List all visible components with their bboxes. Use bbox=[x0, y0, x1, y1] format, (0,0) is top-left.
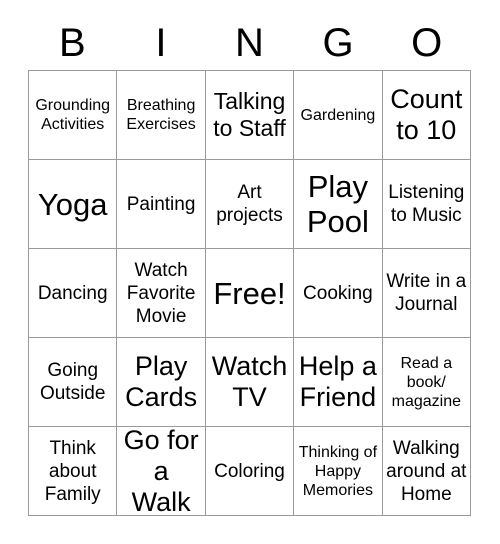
bingo-cell[interactable]: Grounding Activities bbox=[29, 71, 118, 160]
bingo-cell-label: Go for a Walk bbox=[123, 427, 199, 516]
bingo-cell-label: Free! bbox=[213, 275, 286, 311]
bingo-cell[interactable]: Talking to Staff bbox=[205, 71, 295, 160]
bingo-cell-label: Breathing Exercises bbox=[126, 97, 196, 133]
bingo-cell[interactable]: Walking around at Home bbox=[382, 427, 471, 516]
bingo-cell[interactable]: Yoga bbox=[29, 160, 118, 249]
bingo-cell[interactable]: Count to 10 bbox=[382, 71, 471, 160]
bingo-cell-label: Dancing bbox=[37, 282, 108, 304]
bingo-cell-label: Play Pool bbox=[306, 169, 369, 239]
bingo-cell[interactable]: Think about Family bbox=[29, 427, 118, 516]
bingo-cell[interactable]: Read a book/ magazine bbox=[382, 338, 471, 427]
bingo-cell-label: Gardening bbox=[300, 106, 376, 124]
bingo-cell-free[interactable]: Free! bbox=[205, 249, 295, 338]
bingo-cell-label: Read a book/ magazine bbox=[391, 354, 461, 410]
bingo-cell[interactable]: Write in a Journal bbox=[382, 249, 471, 338]
bingo-cell[interactable]: Coloring bbox=[205, 427, 295, 516]
bingo-cell[interactable]: Gardening bbox=[294, 71, 383, 160]
bingo-cell-label: Think about Family bbox=[44, 437, 101, 505]
bingo-cell-label: Play Cards bbox=[125, 351, 198, 412]
bingo-cell[interactable]: Watch Favorite Movie bbox=[117, 249, 206, 338]
bingo-cell-label: Walking around at Home bbox=[386, 437, 467, 505]
bingo-cell-label: Count to 10 bbox=[390, 84, 463, 145]
bingo-cell[interactable]: Cooking bbox=[294, 249, 383, 338]
bingo-cell-label: Thinking of Happy Memories bbox=[298, 443, 378, 499]
bingo-header: B I N G O bbox=[28, 16, 471, 70]
bingo-cell-label: Cooking bbox=[303, 282, 373, 304]
bingo-cell[interactable]: Play Cards bbox=[117, 338, 206, 427]
bingo-cell-label: Art projects bbox=[216, 182, 283, 226]
bingo-cell-label: Watch Favorite Movie bbox=[126, 259, 196, 327]
bingo-cell-label: Yoga bbox=[37, 186, 108, 222]
bingo-cell[interactable]: Going Outside bbox=[29, 338, 118, 427]
bingo-cell-label: Talking to Staff bbox=[213, 88, 286, 141]
bingo-cell-label: Going Outside bbox=[39, 360, 106, 404]
bingo-cell[interactable]: Play Pool bbox=[294, 160, 383, 249]
bingo-card: B I N G O Grounding Activities Breathing … bbox=[0, 0, 500, 544]
bingo-cell-label: Listening to Music bbox=[388, 182, 465, 226]
bingo-cell[interactable]: Thinking of Happy Memories bbox=[294, 427, 383, 516]
bingo-cell[interactable]: Go for a Walk bbox=[117, 427, 206, 516]
header-letter-b: B bbox=[58, 21, 86, 65]
bingo-cell-label: Watch TV bbox=[211, 351, 288, 412]
header-letter-g: G bbox=[322, 21, 354, 65]
bingo-cell[interactable]: Painting bbox=[117, 160, 206, 249]
bingo-cell[interactable]: Art projects bbox=[205, 160, 295, 249]
bingo-cell[interactable]: Dancing bbox=[29, 249, 118, 338]
bingo-cell-label: Coloring bbox=[214, 460, 285, 482]
header-letter-n: N bbox=[235, 21, 264, 65]
bingo-cell[interactable]: Help a Friend bbox=[294, 338, 383, 427]
bingo-cell-label: Help a Friend bbox=[298, 351, 377, 412]
bingo-cell-label: Write in a Journal bbox=[386, 271, 467, 315]
bingo-grid: Grounding Activities Breathing Exercises T… bbox=[28, 70, 471, 516]
bingo-cell[interactable]: Breathing Exercises bbox=[117, 71, 206, 160]
bingo-cell-label: Grounding Activities bbox=[35, 97, 111, 133]
bingo-cell[interactable]: Watch TV bbox=[205, 338, 295, 427]
bingo-cell-label: Painting bbox=[126, 193, 196, 215]
header-letter-o: O bbox=[411, 21, 443, 65]
bingo-cell[interactable]: Listening to Music bbox=[382, 160, 471, 249]
header-letter-i: I bbox=[155, 21, 167, 65]
